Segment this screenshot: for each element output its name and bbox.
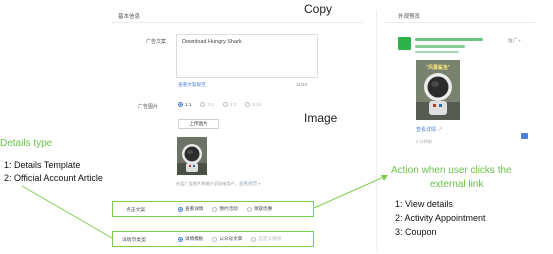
action-arrow xyxy=(313,175,387,209)
annotation-arrows xyxy=(21,175,388,239)
details-type-arrow xyxy=(21,185,113,239)
